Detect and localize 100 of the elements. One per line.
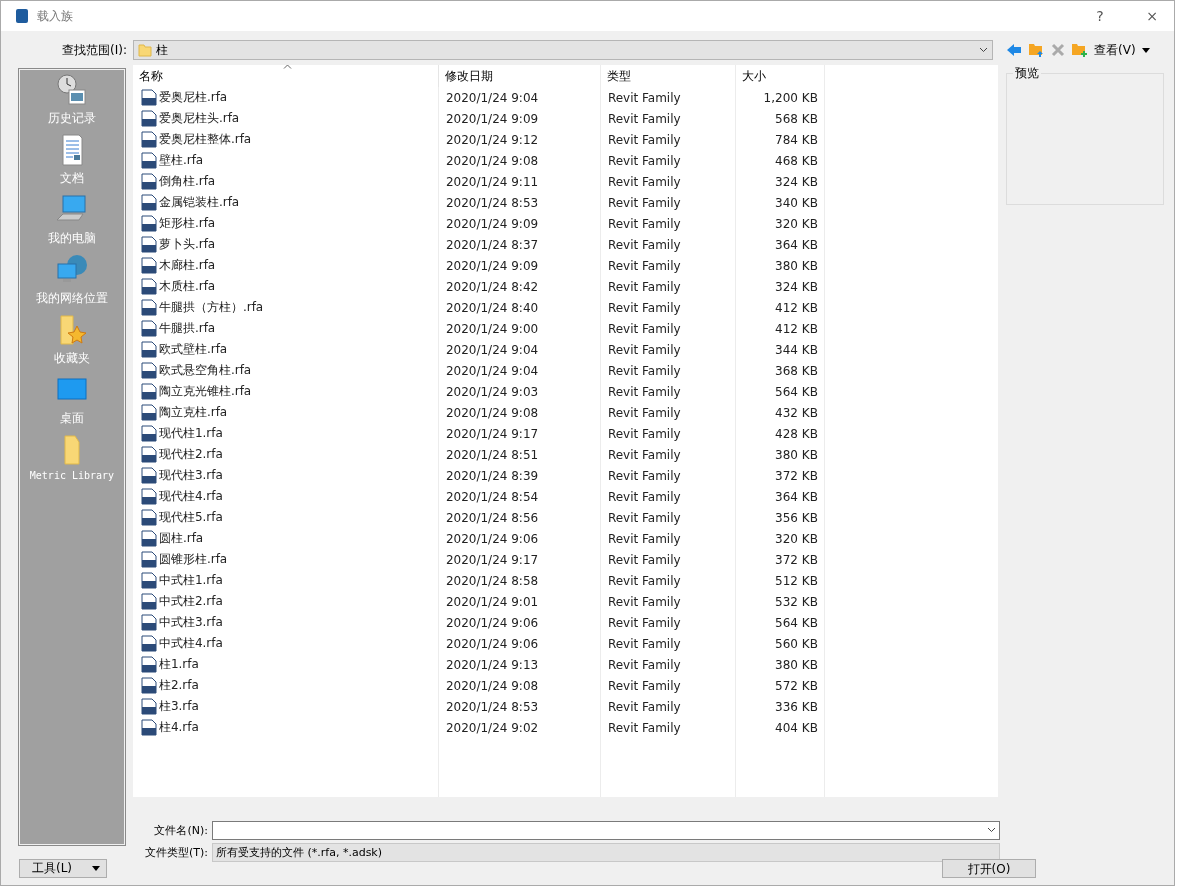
- table-cell-text: 2020/1/24 9:08: [444, 678, 540, 693]
- clock-pictures-icon: [54, 74, 89, 106]
- delete-icon[interactable]: [1051, 43, 1065, 57]
- table-cell-text: 560 KB: [774, 636, 819, 651]
- table-cell-text: Revit Family: [606, 237, 682, 252]
- table-cell-text: 2020/1/24 9:08: [444, 153, 540, 168]
- file-name[interactable]: 现代柱4.rfa: [158, 488, 223, 505]
- file-name[interactable]: 欧式壁柱.rfa: [158, 341, 228, 358]
- column-header[interactable]: 修改日期: [438, 65, 601, 87]
- file-type-label: 文件类型(T):: [144, 844, 208, 860]
- table-cell-text: Revit Family: [606, 531, 682, 546]
- file-name-label: 文件名(N):: [153, 822, 208, 838]
- table-cell-text: Revit Family: [606, 720, 682, 735]
- file-name[interactable]: 柱3.rfa: [158, 698, 199, 715]
- table-cell-text: 568 KB: [774, 111, 819, 126]
- file-name[interactable]: 木质柱.rfa: [158, 278, 216, 295]
- close-button[interactable]: ×: [1130, 8, 1174, 24]
- table-cell-text: 372 KB: [774, 552, 819, 567]
- column-header[interactable]: 大小: [735, 65, 825, 87]
- file-name[interactable]: 爱奥尼柱头.rfa: [158, 110, 240, 127]
- file-name[interactable]: 现代柱3.rfa: [158, 467, 223, 484]
- file-name-field[interactable]: [212, 820, 1000, 840]
- family-file-icon: [140, 698, 158, 715]
- file-name[interactable]: 爱奥尼柱.rfa: [158, 89, 228, 106]
- table-cell-text: 2020/1/24 9:08: [444, 405, 540, 420]
- file-name[interactable]: 木廊柱.rfa: [158, 257, 216, 274]
- family-file-icon: [140, 215, 158, 232]
- table-cell-text: Revit Family: [606, 405, 682, 420]
- back-arrow-icon[interactable]: [1006, 43, 1022, 57]
- dropdown-chevron-icon[interactable]: [987, 827, 996, 833]
- family-file-icon: [140, 677, 158, 694]
- file-name[interactable]: 牛腿拱（方柱）.rfa: [158, 299, 264, 316]
- family-file-icon: [140, 593, 158, 610]
- table-cell-text: 380 KB: [774, 447, 819, 462]
- new-folder-icon[interactable]: [1071, 42, 1088, 58]
- family-file-icon: [140, 320, 158, 337]
- table-cell-text: Revit Family: [606, 447, 682, 462]
- table-cell-text: 412 KB: [774, 300, 819, 315]
- file-name[interactable]: 中式柱4.rfa: [158, 635, 223, 652]
- table-cell-text: Revit Family: [606, 615, 682, 630]
- help-button[interactable]: ?: [1078, 8, 1122, 24]
- table-cell-text: 2020/1/24 8:58: [444, 573, 540, 588]
- family-file-icon: [140, 278, 158, 295]
- file-name[interactable]: 圆锥形柱.rfa: [158, 551, 228, 568]
- family-file-icon: [140, 719, 158, 736]
- file-name[interactable]: 爱奥尼柱整体.rfa: [158, 131, 252, 148]
- file-name[interactable]: 中式柱3.rfa: [158, 614, 223, 631]
- table-cell-text: 324 KB: [774, 279, 819, 294]
- file-name[interactable]: 萝卜头.rfa: [158, 236, 216, 253]
- family-file-icon: [140, 635, 158, 652]
- table-cell-text: Revit Family: [606, 111, 682, 126]
- table-cell-text: 2020/1/24 9:09: [444, 258, 540, 273]
- column-header[interactable]: 名称: [132, 65, 439, 87]
- table-cell-text: Revit Family: [606, 195, 682, 210]
- family-file-icon: [140, 173, 158, 190]
- view-menu-button[interactable]: 查看(V): [1094, 41, 1136, 59]
- file-name[interactable]: 柱2.rfa: [158, 677, 199, 694]
- table-cell-text: Revit Family: [606, 216, 682, 231]
- file-name[interactable]: 金属铠装柱.rfa: [158, 194, 240, 211]
- file-name[interactable]: 中式柱2.rfa: [158, 593, 223, 610]
- family-file-icon: [140, 383, 158, 400]
- file-name[interactable]: 欧式悬空角柱.rfa: [158, 362, 252, 379]
- file-name[interactable]: 矩形柱.rfa: [158, 215, 216, 232]
- table-cell-text: Revit Family: [606, 174, 682, 189]
- file-name[interactable]: 中式柱1.rfa: [158, 572, 223, 589]
- look-in-dropdown[interactable]: 柱: [133, 40, 993, 60]
- column-header[interactable]: 类型: [600, 65, 736, 87]
- file-name[interactable]: 柱1.rfa: [158, 656, 199, 673]
- file-name[interactable]: 柱4.rfa: [158, 719, 199, 736]
- file-name[interactable]: 倒角柱.rfa: [158, 173, 216, 190]
- file-name[interactable]: 现代柱1.rfa: [158, 425, 223, 442]
- file-name[interactable]: 壁柱.rfa: [158, 152, 204, 169]
- table-cell-text: Revit Family: [606, 552, 682, 567]
- file-name[interactable]: 陶立克光锥柱.rfa: [158, 383, 252, 400]
- table-cell-text: Revit Family: [606, 594, 682, 609]
- tools-button[interactable]: 工具(L): [19, 859, 107, 878]
- window-title: 载入族: [37, 7, 74, 25]
- file-name[interactable]: 牛腿拱.rfa: [158, 320, 216, 337]
- sort-caret-icon: [282, 64, 292, 69]
- file-name[interactable]: 陶立克柱.rfa: [158, 404, 228, 421]
- family-file-icon: [140, 509, 158, 526]
- table-cell-text: 336 KB: [774, 699, 819, 714]
- table-cell-text: 2020/1/24 8:56: [444, 510, 540, 525]
- table-cell-text: 412 KB: [774, 321, 819, 336]
- table-cell-text: Revit Family: [606, 426, 682, 441]
- file-type-dropdown[interactable]: 所有受支持的文件 (*.rfa, *.adsk): [212, 842, 1000, 862]
- table-cell-text: 2020/1/24 9:04: [444, 363, 540, 378]
- dropdown-chevron-icon[interactable]: [979, 47, 988, 53]
- file-name[interactable]: 圆柱.rfa: [158, 530, 204, 547]
- table-cell-text: Revit Family: [606, 132, 682, 147]
- folder-up-icon[interactable]: [1028, 42, 1045, 58]
- table-cell-text: 564 KB: [774, 384, 819, 399]
- look-in-label: 查找范围(I):: [61, 41, 127, 59]
- table-cell-text: 2020/1/24 8:51: [444, 447, 540, 462]
- open-button[interactable]: 打开(O): [942, 859, 1036, 878]
- file-name[interactable]: 现代柱5.rfa: [158, 509, 223, 526]
- file-name[interactable]: 现代柱2.rfa: [158, 446, 223, 463]
- family-file-icon: [140, 488, 158, 505]
- table-cell-text: 2020/1/24 9:01: [444, 594, 540, 609]
- table-cell-text: 2020/1/24 9:04: [444, 90, 540, 105]
